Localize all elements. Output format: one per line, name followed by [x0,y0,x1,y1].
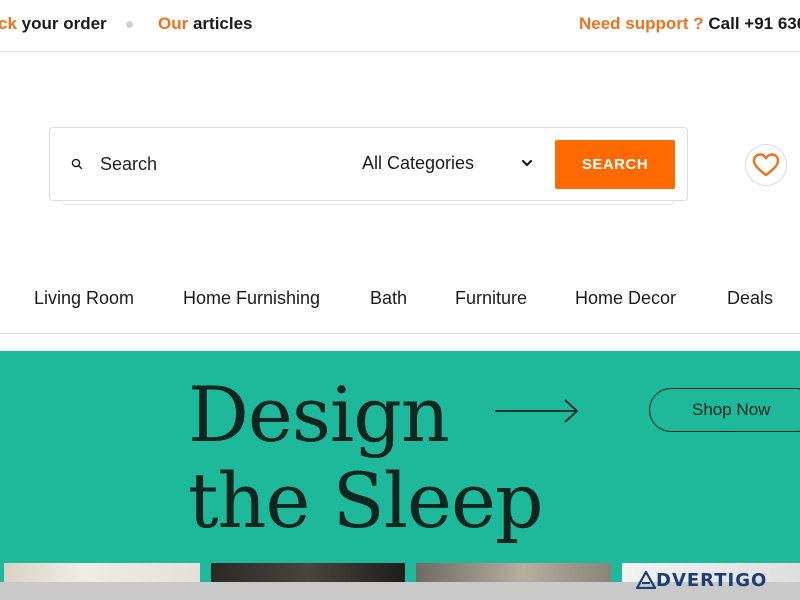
search-button[interactable]: SEARCH [555,140,675,189]
search-icon [71,158,83,170]
nav-item-deals[interactable]: Deals [727,288,773,309]
track-order-prefix: ck [0,14,17,33]
track-order-label: your order [16,14,107,33]
watermark-text: DVERTIGO [656,569,768,591]
call-phone-link[interactable]: Call +91 636 [704,14,800,33]
triangle-logo-icon [636,571,656,589]
search-dropdown-edge [62,201,674,205]
separator-dot [126,21,133,28]
hero-headline-line1: Design [188,370,450,459]
shop-now-button[interactable]: Shop Now [649,388,800,432]
search-input[interactable] [100,148,340,180]
chevron-down-icon [521,159,533,167]
wishlist-button[interactable] [745,144,787,186]
our-articles-link[interactable]: Our articles [158,14,253,34]
top-bar: ck your order Our articles Need support … [0,0,800,52]
watermark-logo: DVERTIGO [636,566,767,594]
our-articles-label: articles [188,14,253,33]
nav-item-bath[interactable]: Bath [370,288,407,309]
nav-item-home-furnishing[interactable]: Home Furnishing [183,288,320,309]
category-select[interactable]: All Categories [362,148,538,180]
hero-headline-line2: the Sleep [188,456,544,545]
heart-icon [752,153,780,177]
category-select-value: All Categories [362,153,475,173]
track-order-link[interactable]: ck your order [0,14,107,34]
category-nav: Living Room Home Furnishing Bath Furnitu… [0,278,800,334]
support-info: Need support ? Call +91 636 [579,14,800,34]
need-support-label: Need support ? [579,14,704,33]
search-bar: All Categories SEARCH [49,127,688,201]
nav-item-furniture[interactable]: Furniture [455,288,527,309]
our-articles-prefix: Our [158,14,189,33]
arrow-right-icon [495,399,578,423]
nav-item-home-decor[interactable]: Home Decor [575,288,676,309]
nav-item-living-room[interactable]: Living Room [34,288,134,309]
hero-banner: Design the Sleep Shop Now [0,351,800,586]
